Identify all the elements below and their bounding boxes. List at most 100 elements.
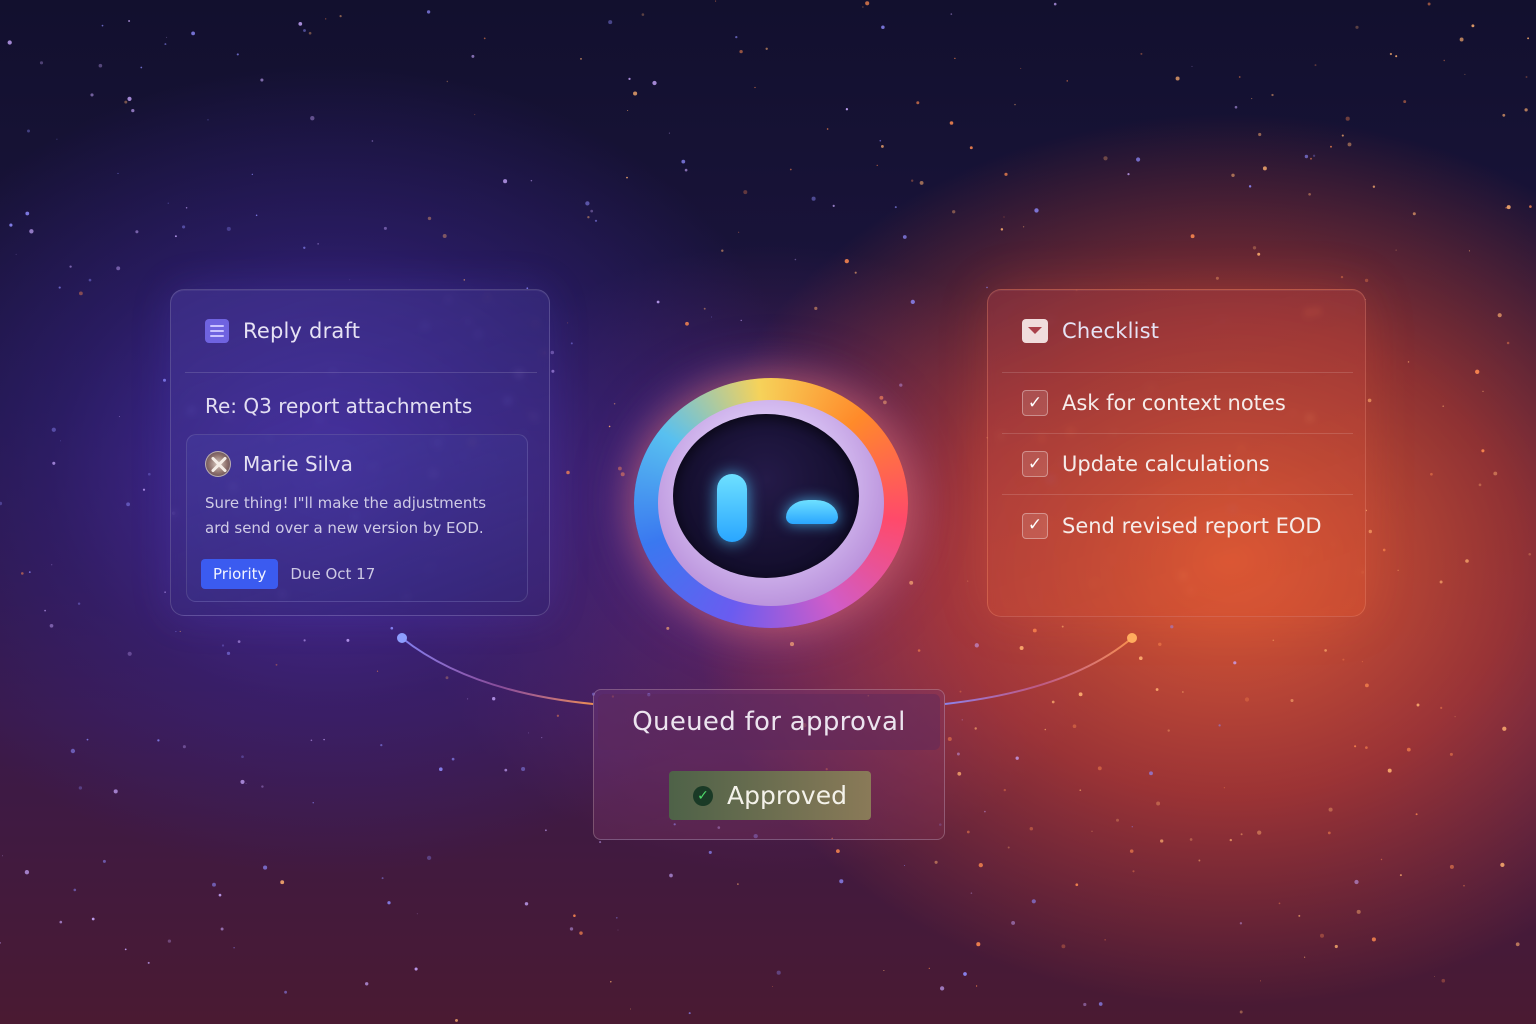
star (58, 286, 61, 289)
star (1019, 646, 1024, 650)
star (70, 748, 76, 754)
star (147, 961, 150, 964)
star (641, 13, 645, 16)
star (442, 234, 447, 238)
star (59, 920, 63, 924)
star (963, 972, 967, 976)
star (2, 855, 3, 857)
star (1449, 864, 1454, 869)
star (455, 1018, 458, 1022)
star (811, 196, 816, 201)
star (743, 190, 748, 195)
star (521, 766, 526, 772)
checklist-item[interactable]: ✓ Ask for context notes (1002, 373, 1353, 434)
star (346, 638, 350, 642)
star (585, 201, 590, 206)
star (652, 80, 657, 86)
star (1190, 234, 1195, 239)
star (218, 893, 222, 897)
star (233, 947, 235, 949)
star (380, 743, 383, 747)
star (131, 108, 135, 113)
star (1412, 212, 1416, 216)
star (116, 266, 121, 271)
star (903, 864, 906, 867)
star (1000, 228, 1004, 231)
star (135, 230, 139, 234)
star (957, 771, 962, 776)
star (1312, 154, 1316, 157)
star (1493, 471, 1498, 476)
message-preview[interactable]: Marie Silva Sure thing! I"ll make the ad… (186, 434, 528, 602)
star (1239, 922, 1243, 925)
star (1238, 76, 1241, 78)
star (1382, 548, 1386, 552)
star (1364, 278, 1369, 283)
star (1098, 1002, 1103, 1006)
checkbox-checked-icon[interactable]: ✓ (1022, 512, 1048, 539)
star (303, 246, 306, 249)
star (86, 738, 89, 741)
star (1079, 789, 1082, 792)
star (969, 146, 973, 150)
star (1528, 553, 1531, 556)
star (439, 767, 443, 771)
star (617, 466, 622, 471)
checkbox-checked-icon[interactable]: ✓ (1022, 451, 1048, 477)
star (1395, 249, 1397, 251)
star (1218, 724, 1221, 727)
star (738, 231, 740, 233)
star (1356, 909, 1361, 914)
star (1257, 830, 1262, 835)
star (365, 982, 369, 986)
checklist-item-label: Ask for context notes (1062, 391, 1286, 415)
assistant-bot-icon (634, 378, 908, 628)
star (381, 877, 384, 880)
star (207, 119, 209, 121)
star (7, 40, 12, 45)
star (610, 981, 612, 983)
star (541, 737, 543, 739)
star (1011, 920, 1016, 925)
star (426, 855, 432, 861)
checklist-item[interactable]: ✓ Send revised report EOD (1002, 495, 1353, 556)
star (1506, 205, 1511, 210)
priority-badge[interactable]: Priority (201, 559, 279, 589)
star (56, 138, 58, 140)
star (1051, 700, 1055, 704)
star (939, 986, 945, 991)
star (685, 321, 689, 326)
star (1500, 862, 1505, 868)
checklist-card[interactable]: Checklist ✓ Ask for context notes ✓ Upda… (987, 289, 1366, 617)
approved-button[interactable]: ✓ Approved (669, 771, 871, 820)
star (1032, 628, 1037, 633)
star (28, 571, 31, 573)
star (167, 939, 172, 943)
star (978, 862, 983, 868)
star (175, 631, 177, 633)
email-subject: Re: Q3 report attachments (205, 394, 473, 418)
star (1003, 788, 1006, 792)
star (1304, 154, 1309, 159)
star (467, 698, 469, 700)
star (917, 649, 921, 652)
star (1229, 838, 1233, 842)
sender-row: Marie Silva (205, 451, 353, 477)
star (1271, 93, 1274, 97)
star (390, 626, 394, 630)
star (1290, 698, 1294, 703)
star (1403, 100, 1407, 104)
star (1310, 157, 1312, 160)
checkbox-checked-icon[interactable]: ✓ (1022, 390, 1048, 416)
star (78, 786, 83, 790)
star (1387, 768, 1392, 773)
reply-draft-header: Reply draft (185, 290, 537, 373)
star (1527, 37, 1530, 40)
star (902, 235, 907, 239)
star (754, 86, 756, 89)
star (556, 714, 560, 717)
checklist-item[interactable]: ✓ Update calculations (1002, 434, 1353, 495)
star (147, 472, 151, 476)
star (876, 164, 878, 167)
star (976, 942, 981, 947)
